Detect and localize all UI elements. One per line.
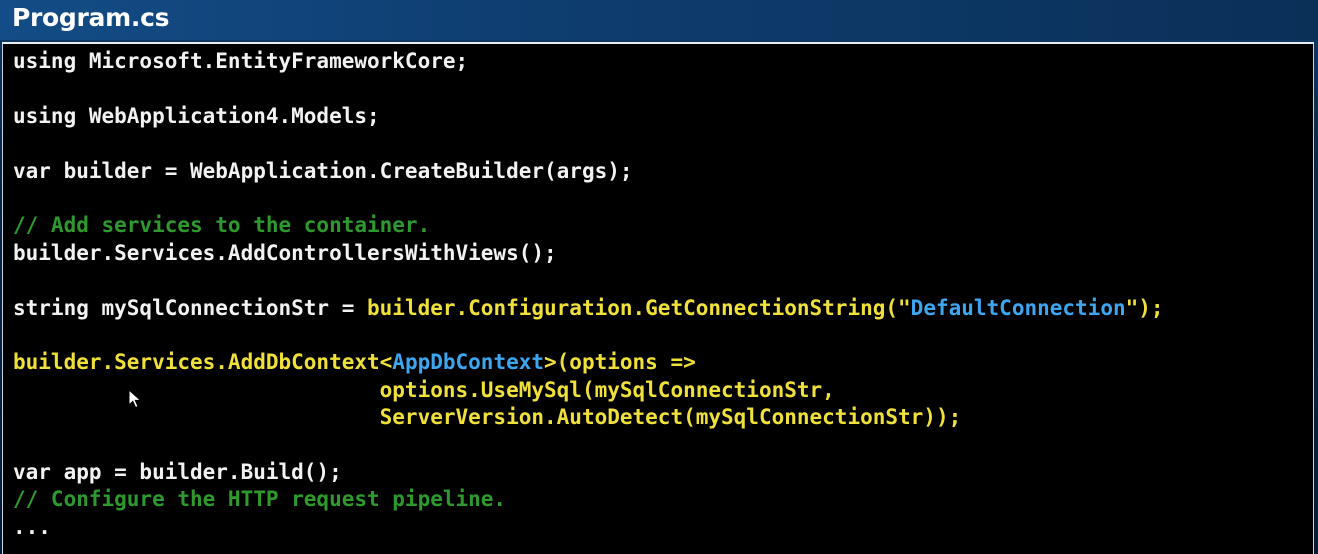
code-line: builder.Services.AddDbContext<AppDbConte… [13,349,1164,376]
code-line: builder.Services.AddControllersWithViews… [13,240,1164,267]
code-line: var app = builder.Build(); [13,459,1164,486]
code-token: // Add services to the container. [13,213,431,238]
code-token: using Microsoft.EntityFrameworkCore; [13,49,469,73]
code-line: string mySqlConnectionStr = builder.Conf… [13,295,1164,322]
code-token: ServerVersion.AutoDetect(mySqlConnection… [13,405,962,430]
code-token: "); [1125,295,1164,320]
file-title: Program.cs [12,3,170,32]
code-line: using WebApplication4.Models; [13,103,1164,130]
title-bar: Program.cs [0,0,1318,40]
code-line: var builder = WebApplication.CreateBuild… [13,158,1164,185]
code-line: // Configure the HTTP request pipeline. [13,486,1164,513]
code-panel[interactable]: using Microsoft.EntityFrameworkCore; usi… [2,42,1314,554]
code-token: builder.Services.AddDbContext< [13,350,393,375]
code-token: // Configure the HTTP request pipeline. [13,487,507,512]
code-line: using Microsoft.EntityFrameworkCore; [13,48,1164,75]
slide: Program.cs using Microsoft.EntityFramewo… [0,0,1318,554]
code-token: using WebApplication4.Models; [13,103,380,128]
code-token: AppDbContext [392,350,545,375]
code-line: // Add services to the container. [13,212,1164,239]
code-token: var builder = WebApplication.CreateBuild… [13,158,633,183]
code-line: ... [13,514,1164,541]
code-token: builder.Configuration.GetConnectionStrin… [367,295,911,320]
mouse-pointer-icon [128,389,142,409]
code-line: ServerVersion.AutoDetect(mySqlConnection… [13,404,1164,431]
code-token: DefaultConnection [910,295,1126,320]
code-token: builder.Services.AddControllersWithViews… [13,240,557,265]
code-token: ... [13,514,51,539]
code-block[interactable]: using Microsoft.EntityFrameworkCore; usi… [13,48,1164,541]
code-line: options.UseMySql(mySqlConnectionStr, [13,377,1164,404]
code-token: string mySqlConnectionStr = [13,295,368,320]
code-token: >(options => [544,350,696,375]
code-token: var app = builder.Build(); [13,459,342,484]
